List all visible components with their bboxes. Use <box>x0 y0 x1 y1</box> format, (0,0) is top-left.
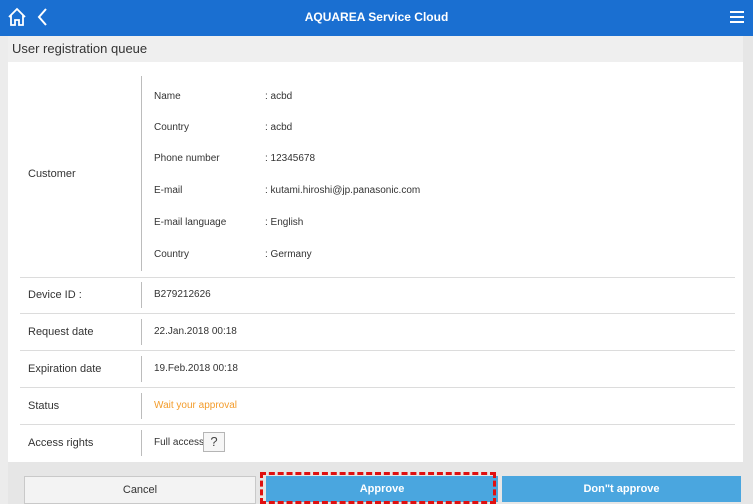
device-id-row: Device ID : B279212626 <box>20 277 735 314</box>
status-row: Status Wait your approval <box>20 388 735 425</box>
divider <box>141 282 142 308</box>
divider <box>141 76 142 271</box>
cancel-button[interactable]: Cancel <box>24 476 256 504</box>
customer-label: Customer <box>28 168 76 180</box>
scrollbar[interactable] <box>742 36 753 504</box>
app-title: AQUAREA Service Cloud <box>304 10 449 24</box>
divider <box>141 430 142 456</box>
customer-field: E-mail language : English <box>154 217 304 228</box>
request-date-value: 22.Jan.2018 00:18 <box>154 326 237 337</box>
access-rights-label: Access rights <box>28 437 94 449</box>
dont-approve-button[interactable]: Don"t approve <box>502 476 741 502</box>
device-id-value: B279212626 <box>154 289 211 300</box>
divider <box>141 393 142 419</box>
hamburger-menu-icon[interactable] <box>729 9 745 25</box>
help-icon[interactable]: ? <box>203 432 225 452</box>
customer-row: Customer Name : acbd Country : acbd Phon… <box>20 72 735 278</box>
top-bar: AQUAREA Service Cloud <box>0 0 753 36</box>
customer-field: Phone number : 12345678 <box>154 153 316 164</box>
access-rights-row: Access rights Full access ? <box>20 425 735 461</box>
page-header: User registration queue <box>8 36 743 62</box>
access-rights-value: Full access <box>154 437 205 448</box>
request-date-label: Request date <box>28 326 94 338</box>
customer-field: Country : acbd <box>154 122 293 133</box>
page-title: User registration queue <box>12 41 148 56</box>
status-value: Wait your approval <box>154 400 237 411</box>
customer-field: Country : Germany <box>154 249 312 260</box>
left-edge <box>0 36 8 504</box>
status-label: Status <box>28 400 60 412</box>
divider <box>141 356 142 382</box>
approve-button[interactable]: Approve <box>266 476 498 502</box>
action-bar: Cancel Approve Don"t approve <box>8 462 743 504</box>
expiration-date-label: Expiration date <box>28 363 102 375</box>
device-id-label: Device ID : <box>28 289 82 301</box>
details-panel: Customer Name : acbd Country : acbd Phon… <box>8 62 743 462</box>
expiration-date-value: 19.Feb.2018 00:18 <box>154 363 238 374</box>
customer-field: Name : acbd <box>154 91 293 102</box>
divider <box>141 319 142 345</box>
request-date-row: Request date 22.Jan.2018 00:18 <box>20 314 735 351</box>
expiration-date-row: Expiration date 19.Feb.2018 00:18 <box>20 351 735 388</box>
customer-field: E-mail : kutami.hiroshi@jp.panasonic.com <box>154 185 421 196</box>
